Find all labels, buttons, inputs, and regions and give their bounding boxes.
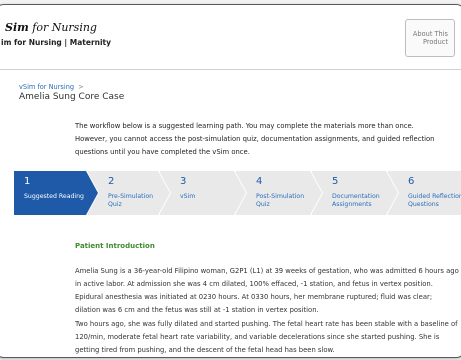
workflow-steps: 1 Suggested Reading 2 Pre-Simulation Qui… bbox=[13, 171, 461, 215]
step-post-simulation-quiz[interactable]: 4 Post-Simulation Quiz bbox=[235, 171, 322, 215]
header: Sim for Nursing im for Nursing | Materni… bbox=[0, 5, 461, 69]
patient-intro-paragraph-1: Amelia Sung is a 36-year-old Filipino wo… bbox=[75, 267, 459, 314]
about-product-button[interactable]: About This Product bbox=[405, 19, 455, 57]
breadcrumb: vSim for Nursing > bbox=[19, 83, 84, 91]
patient-intro-paragraph-2: Two hours ago, she was fully dilated and… bbox=[75, 320, 458, 354]
product-subtitle: im for Nursing | Maternity bbox=[1, 38, 112, 47]
step-pre-simulation-quiz[interactable]: 2 Pre-Simulation Quiz bbox=[87, 171, 170, 215]
breadcrumb-link-vsim[interactable]: vSim for Nursing bbox=[19, 83, 74, 91]
step-suggested-reading[interactable]: 1 Suggested Reading bbox=[13, 171, 98, 215]
header-divider bbox=[0, 69, 461, 70]
brand-logo: Sim for Nursing bbox=[5, 21, 97, 34]
step-vsim[interactable]: 3 vSim bbox=[159, 171, 246, 215]
app-window: Sim for Nursing im for Nursing | Materni… bbox=[0, 4, 461, 358]
workflow-intro: The workflow below is a suggested learni… bbox=[75, 122, 435, 156]
section-heading: Patient Introduction bbox=[75, 242, 155, 250]
step-documentation-assignments[interactable]: 5 Documentation Assignments bbox=[311, 171, 398, 215]
page-title: Amelia Sung Core Case bbox=[19, 92, 125, 102]
breadcrumb-separator: > bbox=[78, 83, 84, 91]
step-guided-reflection-questions[interactable]: 6 Guided Reflection Questions bbox=[387, 171, 461, 215]
